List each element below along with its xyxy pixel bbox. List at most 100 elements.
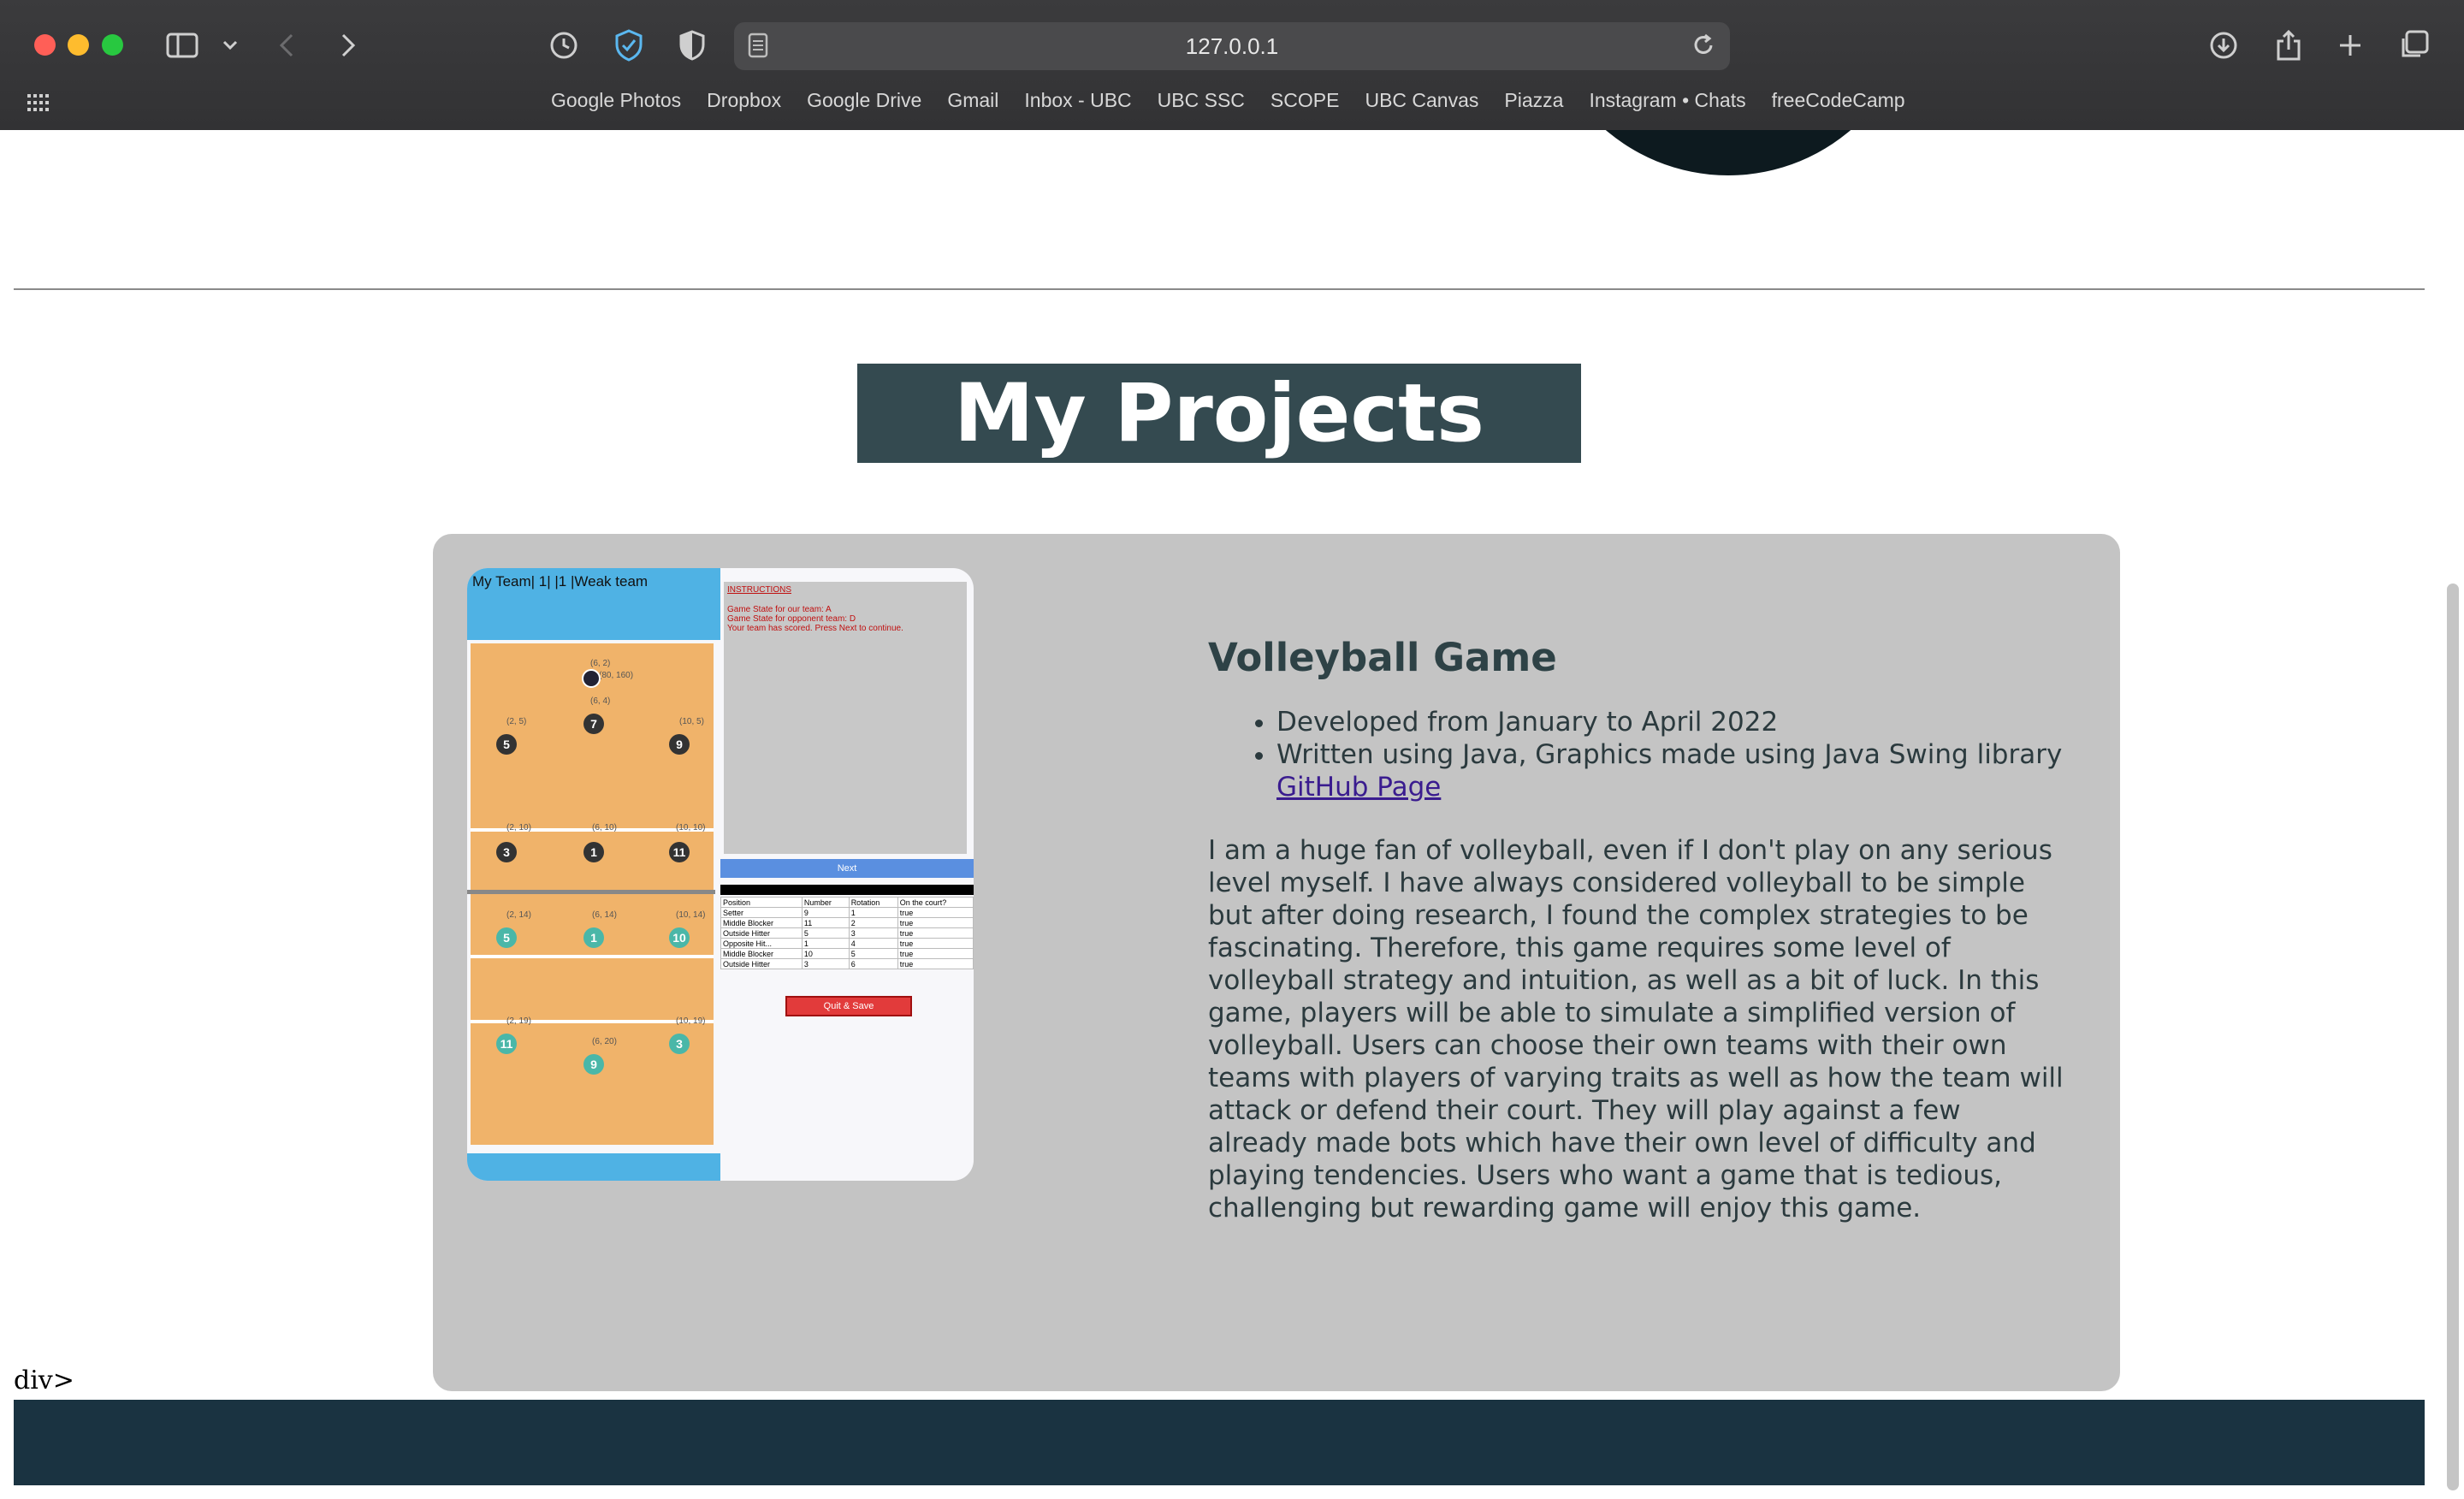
project-details-list: Developed from January to April 2022 Wri… xyxy=(1208,706,2064,803)
back-icon[interactable] xyxy=(267,26,306,65)
player-coord: (2, 14) xyxy=(506,910,531,920)
ball-pixel-label: (80, 160) xyxy=(599,671,634,680)
player-marker: 3 xyxy=(669,1034,690,1054)
table-cell: 6 xyxy=(848,958,898,969)
bookmarks-bar: Google Photos Dropbox Google Drive Gmail… xyxy=(551,89,1931,112)
table-cell: 11 xyxy=(801,917,850,928)
screenshot-divider xyxy=(720,885,974,895)
address-bar[interactable]: 127.0.0.1 xyxy=(734,22,1730,70)
share-icon[interactable] xyxy=(2269,26,2308,65)
chevron-down-icon[interactable] xyxy=(210,26,250,65)
bookmark-scope[interactable]: SCOPE xyxy=(1270,89,1340,112)
sidebar-toggle-icon[interactable] xyxy=(163,26,202,65)
table-cell: true xyxy=(897,938,974,949)
table-cell: true xyxy=(897,927,974,939)
scrollbar[interactable] xyxy=(2447,584,2459,1490)
table-cell: true xyxy=(897,948,974,959)
table-cell: Setter xyxy=(720,907,803,918)
shield-icon[interactable] xyxy=(609,26,649,65)
table-cell: 3 xyxy=(848,927,898,939)
apps-grid-icon[interactable] xyxy=(27,94,50,115)
bookmark-ubc-canvas[interactable]: UBC Canvas xyxy=(1365,89,1478,112)
table-row: Middle Blocker 10 5 true xyxy=(720,948,974,959)
bookmark-freecodecamp[interactable]: freeCodeCamp xyxy=(1772,89,1905,112)
table-cell: Opposite Hit... xyxy=(720,938,803,949)
list-item: Developed from January to April 2022 xyxy=(1276,706,2064,738)
player-marker: 9 xyxy=(583,1054,604,1075)
screenshot-footer xyxy=(467,1153,720,1181)
table-header: Rotation xyxy=(848,897,898,908)
table-cell: 2 xyxy=(848,917,898,928)
zoom-window-button[interactable] xyxy=(102,34,123,56)
player-coord: (10, 14) xyxy=(676,910,706,920)
bookmark-dropbox[interactable]: Dropbox xyxy=(707,89,781,112)
table-cell: true xyxy=(897,907,974,918)
tab-overview-icon[interactable] xyxy=(2394,26,2433,65)
roster-table: Position Number Rotation On the court? S… xyxy=(720,897,974,969)
address-text: 127.0.0.1 xyxy=(1185,33,1279,59)
volleyball-icon xyxy=(582,669,601,688)
table-cell: Middle Blocker xyxy=(720,948,803,959)
court-net xyxy=(467,890,715,894)
table-cell: 10 xyxy=(801,948,850,959)
player-marker: 1 xyxy=(583,842,604,862)
table-row: Setter 9 1 true xyxy=(720,907,974,918)
table-header: Number xyxy=(801,897,850,908)
reader-icon[interactable] xyxy=(748,33,768,64)
bookmark-gmail[interactable]: Gmail xyxy=(947,89,998,112)
player-marker: 10 xyxy=(669,927,690,948)
list-item-text: Written using Java, Graphics made using … xyxy=(1276,739,2063,770)
player-coord: (6, 4) xyxy=(590,696,611,706)
player-marker: 5 xyxy=(496,927,517,948)
project-screenshot: My Team| 1| |1 |Weak team (6, 2) (80, 16… xyxy=(467,568,974,1181)
table-cell: 5 xyxy=(801,927,850,939)
bookmark-google-photos[interactable]: Google Photos xyxy=(551,89,681,112)
bookmark-google-drive[interactable]: Google Drive xyxy=(807,89,921,112)
player-coord: (10, 10) xyxy=(676,823,706,832)
project-description: Volleyball Game Developed from January t… xyxy=(1208,635,2064,1224)
instructions-line: Game State for our team: A xyxy=(727,605,832,614)
history-icon[interactable] xyxy=(544,26,583,65)
player-marker: 11 xyxy=(669,842,690,862)
project-card: My Team| 1| |1 |Weak team (6, 2) (80, 16… xyxy=(433,534,2120,1391)
table-cell: Outside Hitter xyxy=(720,958,803,969)
player-coord: (10, 19) xyxy=(676,1016,706,1026)
reload-icon[interactable] xyxy=(1691,33,1716,64)
page-footer xyxy=(14,1400,2425,1485)
table-row: Outside Hitter 3 6 true xyxy=(720,958,974,969)
player-marker: 9 xyxy=(669,734,690,755)
ball-coord: (6, 2) xyxy=(590,659,611,668)
bookmark-ubc-ssc[interactable]: UBC SSC xyxy=(1158,89,1245,112)
page-content: My Projects My Team| 1| |1 |Weak team (6… xyxy=(0,130,2464,1499)
table-row: Outside Hitter 5 3 true xyxy=(720,927,974,939)
project-title: Volleyball Game xyxy=(1208,635,1557,680)
close-window-button[interactable] xyxy=(34,34,56,56)
table-cell: true xyxy=(897,917,974,928)
table-cell: Outside Hitter xyxy=(720,927,803,939)
github-link[interactable]: GitHub Page xyxy=(1276,772,1441,803)
new-tab-icon[interactable] xyxy=(2331,26,2370,65)
bookmark-instagram-chats[interactable]: Instagram • Chats xyxy=(1589,89,1745,112)
list-item: Written using Java, Graphics made using … xyxy=(1276,738,2064,803)
screenshot-next-button: Next xyxy=(720,859,974,878)
table-header: On the court? xyxy=(897,897,974,908)
bookmark-piazza[interactable]: Piazza xyxy=(1504,89,1563,112)
player-marker: 3 xyxy=(496,842,517,862)
bookmark-inbox-ubc[interactable]: Inbox - UBC xyxy=(1024,89,1131,112)
forward-icon[interactable] xyxy=(329,26,368,65)
table-cell: 3 xyxy=(801,958,850,969)
download-icon[interactable] xyxy=(2204,26,2243,65)
section-divider xyxy=(14,288,2425,290)
table-row: Opposite Hit... 1 4 true xyxy=(720,938,974,949)
profile-image-edge xyxy=(1540,130,1916,175)
court-line xyxy=(471,955,714,958)
table-cell: Middle Blocker xyxy=(720,917,803,928)
minimize-window-button[interactable] xyxy=(68,34,89,56)
table-row: Middle Blocker 11 2 true xyxy=(720,917,974,928)
player-marker: 5 xyxy=(496,734,517,755)
instructions-title: INSTRUCTIONS xyxy=(727,585,791,595)
table-cell: 4 xyxy=(848,938,898,949)
player-marker: 11 xyxy=(496,1034,517,1054)
privacy-shield-icon[interactable] xyxy=(672,26,712,65)
table-header-row: Position Number Rotation On the court? xyxy=(720,897,974,908)
